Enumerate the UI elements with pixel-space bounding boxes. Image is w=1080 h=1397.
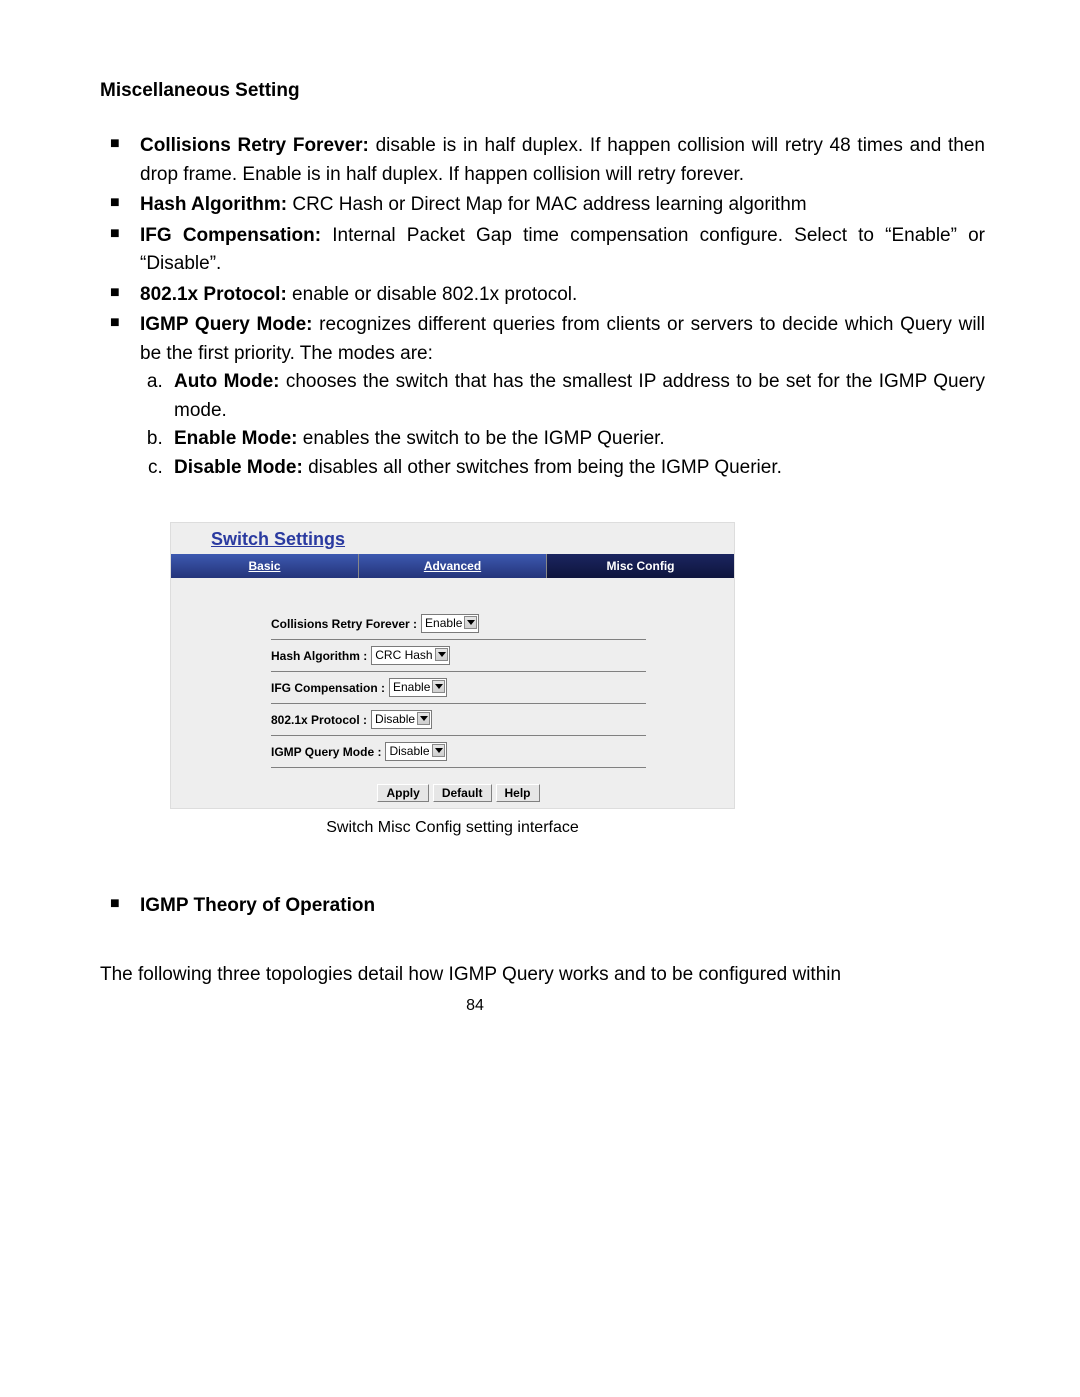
- select-value: CRC Hash: [375, 648, 432, 663]
- bullet-text: enable or disable 802.1x protocol.: [287, 284, 577, 305]
- sub-label: Disable Mode:: [174, 457, 303, 478]
- label-hash-algorithm: Hash Algorithm :: [271, 649, 367, 663]
- sub-item: Auto Mode: chooses the switch that has t…: [168, 368, 985, 425]
- tab-bar: Basic Advanced Misc Config: [171, 554, 734, 578]
- sub-text: chooses the switch that has the smallest…: [174, 371, 985, 421]
- select-value: Disable: [389, 744, 429, 759]
- tab-basic[interactable]: Basic: [171, 554, 359, 578]
- sub-label: Enable Mode:: [174, 428, 298, 449]
- sub-text: disables all other switches from being t…: [303, 457, 782, 478]
- label-collisions-retry: Collisions Retry Forever :: [271, 617, 417, 631]
- sub-text: enables the switch to be the IGMP Querie…: [298, 428, 665, 449]
- chevron-down-icon: [420, 716, 428, 721]
- select-value: Enable: [425, 616, 462, 631]
- sub-list: Auto Mode: chooses the switch that has t…: [140, 368, 985, 482]
- figure-caption: Switch Misc Config setting interface: [170, 819, 735, 837]
- default-button[interactable]: Default: [433, 784, 492, 802]
- bullet-item: IGMP Query Mode: recognizes different qu…: [110, 311, 985, 482]
- bullet-list: Collisions Retry Forever: disable is in …: [100, 132, 985, 482]
- form-area: Collisions Retry Forever : Enable Hash A…: [271, 608, 646, 802]
- row-collisions-retry: Collisions Retry Forever : Enable: [271, 608, 646, 640]
- apply-button[interactable]: Apply: [377, 784, 428, 802]
- select-value: Disable: [375, 712, 415, 727]
- select-hash-algorithm[interactable]: CRC Hash: [371, 646, 449, 665]
- row-ifg-compensation: IFG Compensation : Enable: [271, 672, 646, 704]
- bullet-label: Hash Algorithm:: [140, 194, 287, 215]
- sub-item: Enable Mode: enables the switch to be th…: [168, 425, 985, 454]
- bullet-item: IFG Compensation: Internal Packet Gap ti…: [110, 222, 985, 279]
- bullet-label: IFG Compensation:: [140, 225, 321, 246]
- chevron-down-icon: [467, 620, 475, 625]
- tab-advanced[interactable]: Advanced: [359, 554, 547, 578]
- panel-title: Switch Settings: [171, 523, 734, 554]
- row-hash-algorithm: Hash Algorithm : CRC Hash: [271, 640, 646, 672]
- page-number: 84: [100, 997, 985, 1015]
- help-button[interactable]: Help: [496, 784, 540, 802]
- bullet-label: 802.1x Protocol:: [140, 284, 287, 305]
- sub-item: Disable Mode: disables all other switche…: [168, 454, 985, 483]
- switch-settings-panel: Switch Settings Basic Advanced Misc Conf…: [170, 522, 735, 809]
- row-igmp-query-mode: IGMP Query Mode : Disable: [271, 736, 646, 768]
- button-row: Apply Default Help: [271, 784, 646, 802]
- chevron-down-icon: [435, 748, 443, 753]
- chevron-down-icon: [438, 652, 446, 657]
- bullet-item: 802.1x Protocol: enable or disable 802.1…: [110, 281, 985, 310]
- select-collisions-retry[interactable]: Enable: [421, 614, 479, 633]
- bullet-label: IGMP Query Mode:: [140, 314, 312, 335]
- sub-label: Auto Mode:: [174, 371, 280, 392]
- bullet-item: IGMP Theory of Operation: [110, 892, 985, 921]
- bullet-item: Hash Algorithm: CRC Hash or Direct Map f…: [110, 191, 985, 220]
- select-value: Enable: [393, 680, 430, 695]
- body-paragraph: The following three topologies detail ho…: [100, 961, 985, 990]
- bullet-item: Collisions Retry Forever: disable is in …: [110, 132, 985, 189]
- bullet-label: Collisions Retry Forever:: [140, 135, 369, 156]
- bullet-text: CRC Hash or Direct Map for MAC address l…: [287, 194, 807, 215]
- section-heading: Miscellaneous Setting: [100, 80, 985, 102]
- select-igmp-query-mode[interactable]: Disable: [385, 742, 446, 761]
- select-8021x-protocol[interactable]: Disable: [371, 710, 432, 729]
- chevron-down-icon: [435, 684, 443, 689]
- tab-misc-config[interactable]: Misc Config: [547, 554, 734, 578]
- label-igmp-query-mode: IGMP Query Mode :: [271, 745, 381, 759]
- row-8021x-protocol: 802.1x Protocol : Disable: [271, 704, 646, 736]
- select-ifg-compensation[interactable]: Enable: [389, 678, 447, 697]
- label-8021x-protocol: 802.1x Protocol :: [271, 713, 367, 727]
- bullet-label: IGMP Theory of Operation: [140, 895, 375, 916]
- label-ifg-compensation: IFG Compensation :: [271, 681, 385, 695]
- bullet-list-2: IGMP Theory of Operation: [100, 892, 985, 921]
